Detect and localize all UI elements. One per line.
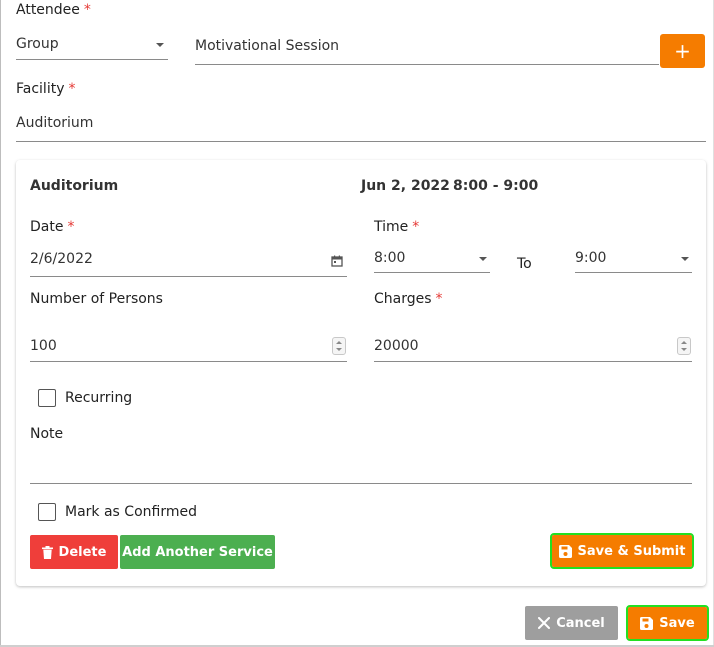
- required-marker: *: [83, 2, 91, 18]
- attendee-label: Attendee *: [16, 2, 91, 18]
- confirmed-checkbox[interactable]: [38, 503, 56, 521]
- add-attendee-button[interactable]: +: [660, 34, 705, 68]
- chevron-down-icon: [479, 257, 487, 261]
- booking-time-summary: 8:00 - 9:00: [453, 178, 539, 194]
- attendee-type-select[interactable]: Group: [16, 34, 168, 61]
- save-icon: [558, 544, 572, 558]
- note-label: Note: [30, 426, 64, 442]
- note-field[interactable]: [30, 456, 692, 484]
- facility-label-text: Facility: [16, 81, 65, 97]
- date-underline: [30, 276, 347, 277]
- required-marker: *: [435, 291, 443, 307]
- time-from-value: 8:00: [374, 250, 406, 266]
- date-label: Date *: [30, 219, 74, 235]
- recurring-checkbox-row[interactable]: Recurring: [38, 388, 178, 410]
- close-icon: [538, 617, 551, 629]
- persons-label: Number of Persons: [30, 291, 163, 307]
- date-field[interactable]: 2/6/2022: [30, 250, 347, 278]
- booking-card: Auditorium Jun 2, 2022 8:00 - 9:00 Date *…: [16, 160, 706, 586]
- facility-label: Facility *: [16, 81, 76, 97]
- window-left-border: [0, 0, 1, 647]
- date-value: 2/6/2022: [30, 251, 93, 267]
- charges-underline: [374, 361, 692, 362]
- calendar-icon[interactable]: [331, 255, 343, 267]
- booking-date-summary: Jun 2, 2022: [361, 178, 450, 194]
- add-another-service-button[interactable]: Add Another Service: [120, 535, 275, 569]
- time-label: Time *: [374, 219, 419, 235]
- required-marker: *: [68, 81, 76, 97]
- charges-value: 20000: [374, 338, 419, 354]
- save-and-submit-button[interactable]: Save & Submit: [550, 533, 694, 569]
- chevron-down-icon: [156, 43, 164, 47]
- charges-stepper[interactable]: [677, 337, 691, 355]
- required-marker: *: [67, 219, 75, 235]
- time-from-select[interactable]: 8:00: [374, 250, 490, 274]
- charges-label: Charges *: [374, 291, 443, 307]
- time-to-value: 9:00: [575, 250, 607, 266]
- date-label-text: Date: [30, 219, 64, 235]
- facility-field[interactable]: Auditorium: [16, 113, 706, 143]
- recurring-label: Recurring: [65, 390, 133, 406]
- persons-value: 100: [30, 338, 57, 354]
- recurring-checkbox[interactable]: [38, 389, 56, 407]
- attendee-type-underline: [16, 59, 168, 60]
- plus-icon: +: [674, 39, 691, 63]
- confirmed-label: Mark as Confirmed: [65, 504, 197, 520]
- confirmed-checkbox-row[interactable]: Mark as Confirmed: [38, 502, 238, 524]
- persons-field[interactable]: 100: [30, 337, 347, 363]
- charges-field[interactable]: 20000: [374, 337, 692, 363]
- save-label: Save: [659, 615, 695, 631]
- attendee-label-text: Attendee: [16, 2, 80, 18]
- facility-value: Auditorium: [16, 115, 94, 131]
- required-marker: *: [412, 219, 420, 235]
- save-and-submit-label: Save & Submit: [577, 543, 686, 559]
- note-underline: [30, 483, 692, 484]
- persons-stepper[interactable]: [332, 337, 346, 355]
- delete-label: Delete: [58, 544, 107, 560]
- save-icon: [640, 616, 654, 630]
- time-label-text: Time: [374, 219, 409, 235]
- save-button[interactable]: Save: [626, 605, 709, 641]
- facility-underline: [16, 141, 706, 142]
- attendee-name-field[interactable]: Motivational Session: [195, 37, 659, 65]
- time-to-select[interactable]: 9:00: [575, 250, 692, 274]
- cancel-label: Cancel: [556, 615, 605, 631]
- cancel-button[interactable]: Cancel: [525, 606, 618, 640]
- attendee-name-value: Motivational Session: [195, 38, 340, 54]
- chevron-down-icon: [681, 257, 689, 261]
- delete-button[interactable]: Delete: [30, 535, 118, 569]
- attendee-type-value: Group: [16, 36, 59, 52]
- time-to-underline: [575, 272, 692, 273]
- booking-facility-title: Auditorium: [30, 178, 119, 194]
- add-another-service-label: Add Another Service: [122, 544, 273, 560]
- attendee-name-underline: [195, 64, 659, 65]
- charges-label-text: Charges: [374, 291, 432, 307]
- time-to-label: To: [517, 256, 532, 272]
- trash-icon: [41, 545, 53, 559]
- time-from-underline: [374, 272, 490, 273]
- persons-underline: [30, 361, 347, 362]
